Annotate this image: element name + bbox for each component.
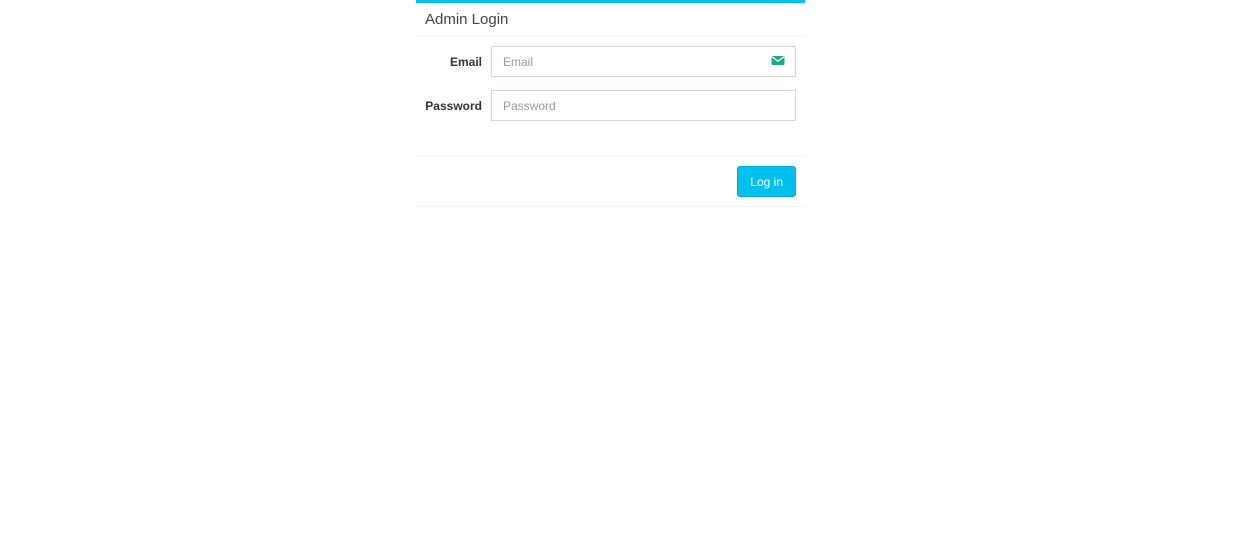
page-title: Admin Login bbox=[425, 11, 509, 28]
email-input-wrap bbox=[491, 46, 796, 77]
login-card: Admin Login Email Password Log in bbox=[416, 0, 805, 207]
login-button[interactable]: Log in bbox=[737, 166, 796, 197]
password-field[interactable] bbox=[491, 90, 796, 121]
envelope-icon bbox=[771, 56, 785, 65]
email-label: Email bbox=[449, 54, 482, 69]
email-row: Email bbox=[425, 46, 796, 77]
password-row: Password bbox=[425, 90, 796, 121]
password-input-wrap bbox=[491, 90, 796, 121]
login-form: Email Password bbox=[416, 37, 805, 157]
card-footer: Log in bbox=[416, 157, 805, 207]
password-label: Password bbox=[425, 98, 482, 113]
email-field[interactable] bbox=[491, 46, 796, 77]
card-header: Admin Login bbox=[416, 3, 805, 37]
